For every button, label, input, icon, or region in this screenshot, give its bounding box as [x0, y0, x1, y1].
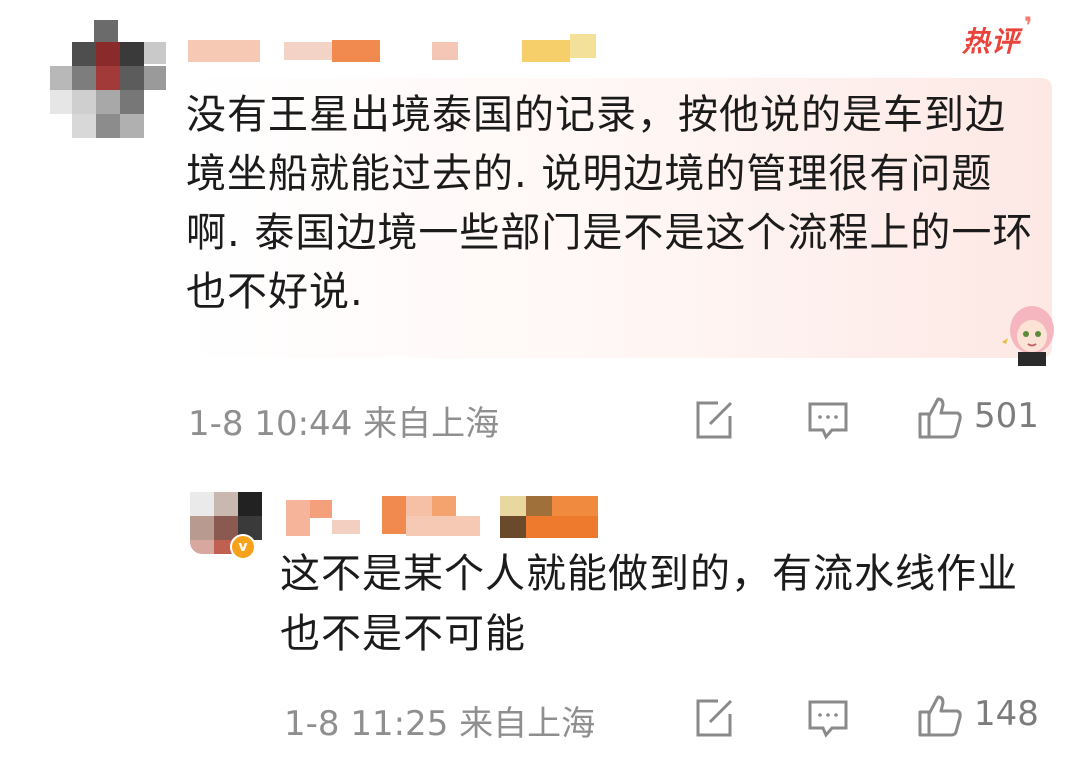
like-count: 148 [974, 694, 1039, 734]
avatar[interactable]: v [190, 492, 262, 564]
comment-icon[interactable] [806, 398, 850, 442]
username-blurred[interactable] [188, 34, 608, 66]
share-icon[interactable] [692, 398, 736, 442]
flame-icon: ❜ [1024, 12, 1034, 40]
comment-location: 来自上海 [363, 404, 500, 444]
like-button[interactable]: 148 [916, 692, 1039, 737]
comment-text: 没有王星出境泰国的记录，按他说的是车到边境坐船就能过去的. 说明边境的管理很有问… [186, 92, 1034, 315]
comment-meta: 1-8 10:44 来自上海 [188, 396, 499, 445]
comment-icon[interactable] [806, 696, 850, 740]
thumbs-up-icon [916, 394, 962, 439]
verified-badge-icon: v [230, 534, 256, 560]
avatar[interactable] [50, 20, 166, 138]
like-button[interactable]: 501 [916, 394, 1039, 439]
anime-sticker-icon [1000, 300, 1058, 366]
reply-meta: 1-8 11:25 来自上海 [284, 696, 595, 745]
share-icon[interactable] [692, 696, 736, 740]
comment-datetime: 1-8 10:44 [188, 404, 353, 444]
reply-text: 这不是某个人就能做到的，有流水线作业也不是不可能 [280, 551, 1018, 657]
username-blurred[interactable] [286, 494, 598, 542]
like-count: 501 [974, 396, 1039, 436]
reply-location: 来自上海 [459, 704, 596, 744]
thumbs-up-icon [916, 692, 962, 737]
reply-datetime: 1-8 11:25 [284, 704, 449, 744]
hot-comment-badge: 热评 ❜ [962, 12, 1034, 58]
